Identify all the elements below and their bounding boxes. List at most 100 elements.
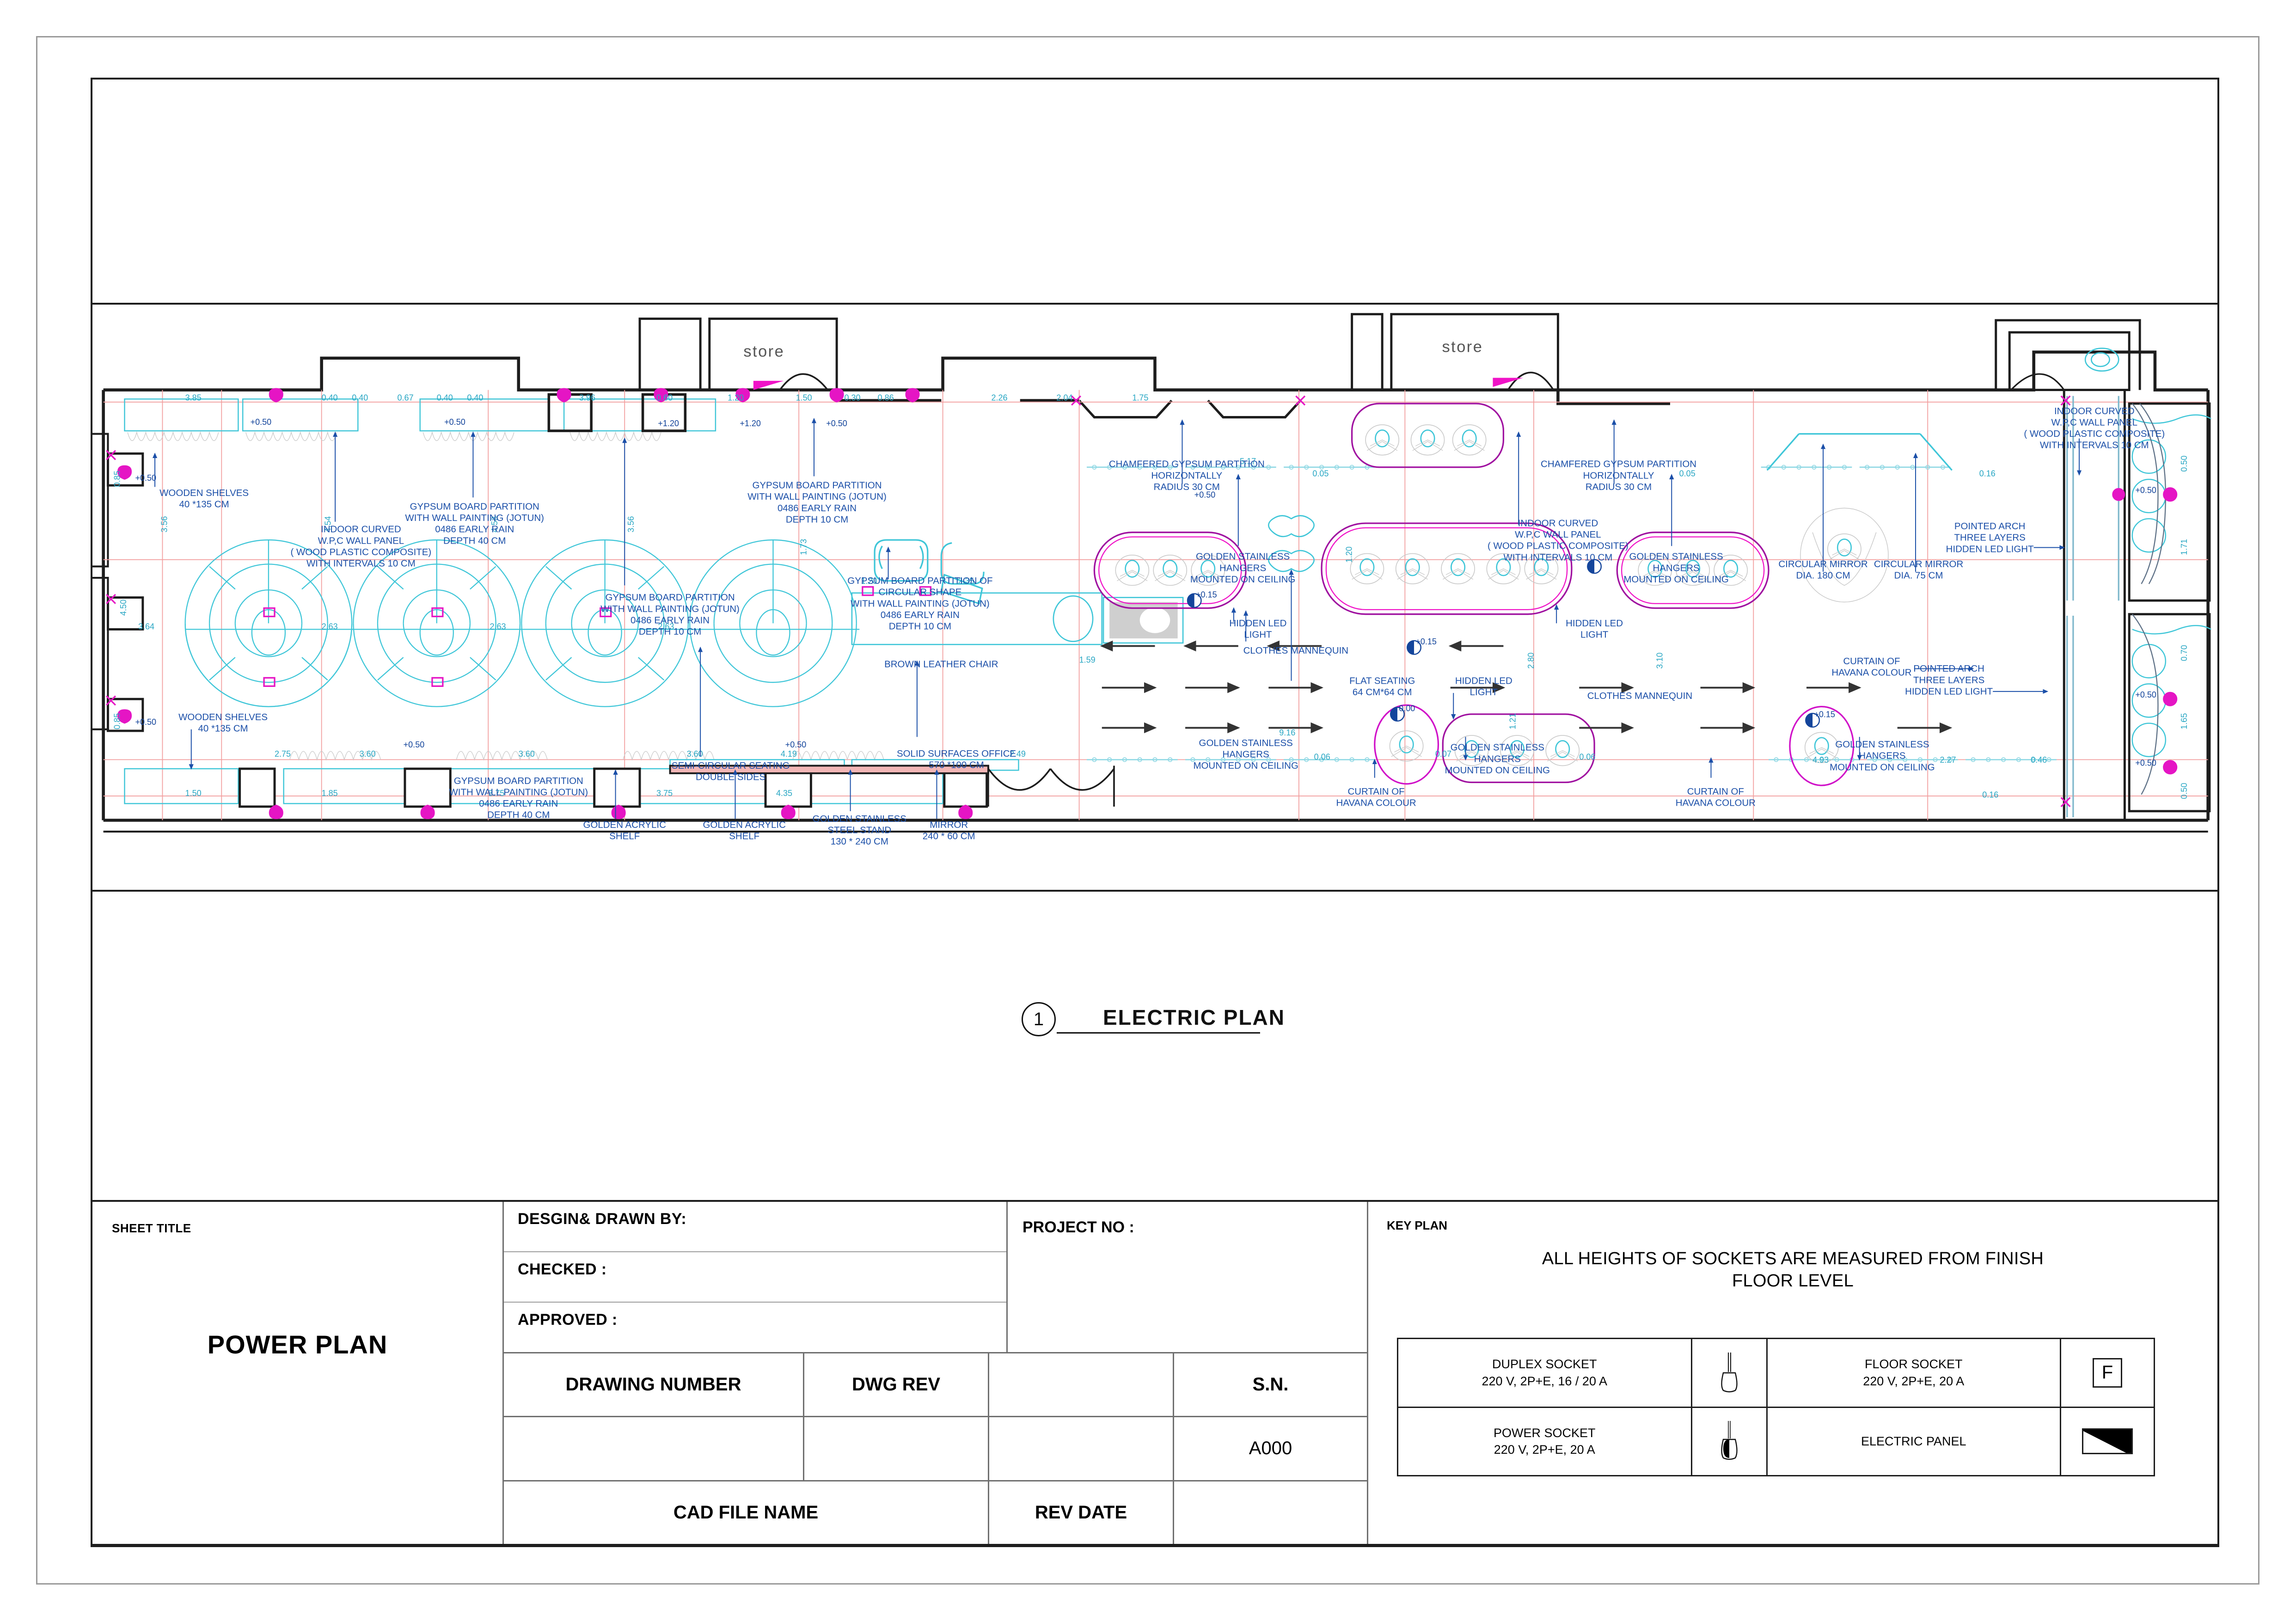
svg-text:DEPTH 10 CM: DEPTH 10 CM <box>639 626 701 637</box>
responsibility-fields: DESGIN& DRAWN BY: CHECKED : APPROVED : <box>504 1202 1008 1352</box>
svg-text:+1.20: +1.20 <box>658 419 679 428</box>
svg-text:0.07: 0.07 <box>1435 749 1451 759</box>
svg-text:3.10: 3.10 <box>1655 653 1665 669</box>
semi-circular-seating-pattern <box>184 539 860 707</box>
svg-text:HANGERS: HANGERS <box>1653 563 1699 573</box>
svg-text:3.85: 3.85 <box>185 393 202 403</box>
rev-date-value[interactable] <box>1174 1481 1367 1544</box>
svg-text:1.71: 1.71 <box>2180 539 2189 555</box>
svg-text:WITH INTERVALS 10 CM: WITH INTERVALS 10 CM <box>1504 552 1613 563</box>
svg-text:LIGHT: LIGHT <box>1580 630 1609 640</box>
title-block-upper-fields: DESGIN& DRAWN BY: CHECKED : APPROVED : P… <box>504 1202 1367 1353</box>
svg-text:2.27: 2.27 <box>1940 755 1956 765</box>
svg-text:0.06: 0.06 <box>1314 752 1330 761</box>
duplex-socket-icon <box>1692 1339 1768 1407</box>
svg-text:( WOOD PLASTIC COMPOSITE): ( WOOD PLASTIC COMPOSITE) <box>2024 428 2165 439</box>
svg-text:1.20: 1.20 <box>1345 546 1354 563</box>
sheet-bottom-rule <box>91 1545 2219 1547</box>
legend-row: POWER SOCKET 220 V, 2P+E, 20 A ELECTRIC … <box>1398 1408 2154 1475</box>
sheet-title-value: POWER PLAN <box>207 1330 388 1359</box>
legend-floor-socket: FLOOR SOCKET 220 V, 2P+E, 20 A <box>1768 1339 2061 1407</box>
svg-text:HIDDEN LED LIGHT: HIDDEN LED LIGHT <box>1946 544 2034 554</box>
title-block-fields-column: DESGIN& DRAWN BY: CHECKED : APPROVED : P… <box>504 1202 1368 1544</box>
svg-text:0.46: 0.46 <box>2031 755 2047 765</box>
svg-text:POINTED ARCH: POINTED ARCH <box>1913 663 1984 674</box>
svg-text:HIDDEN LED: HIDDEN LED <box>1566 618 1623 629</box>
svg-text:HIDDEN LED LIGHT: HIDDEN LED LIGHT <box>1905 686 1993 697</box>
svg-text:GOLDEN ACRYLIC: GOLDEN ACRYLIC <box>583 820 666 830</box>
svg-text:W.P,C WALL PANEL: W.P,C WALL PANEL <box>2051 417 2138 428</box>
plan-title-label: ELECTRIC PLAN <box>1103 1005 1285 1029</box>
svg-text:HAVANA COLOUR: HAVANA COLOUR <box>1831 667 1911 678</box>
svg-text:240 * 60 CM: 240 * 60 CM <box>923 831 975 841</box>
svg-text:GYPSUM BOARD PARTITION: GYPSUM BOARD PARTITION <box>410 502 539 512</box>
drawing-number-value[interactable] <box>504 1417 804 1480</box>
checked-field[interactable]: CHECKED : <box>504 1252 1006 1303</box>
project-no-label: PROJECT NO : <box>1022 1218 1134 1236</box>
svg-text:GOLDEN STAINLESS: GOLDEN STAINLESS <box>1196 551 1290 562</box>
svg-text:WITH WALL PAINTING (JOTUN): WITH WALL PAINTING (JOTUN) <box>405 513 544 523</box>
svg-text:40 *135 CM: 40 *135 CM <box>198 723 248 734</box>
svg-text:+0.50: +0.50 <box>135 717 156 727</box>
legend-floor-socket-name: FLOOR SOCKET <box>1864 1357 1963 1371</box>
grid-blank-value[interactable] <box>989 1417 1174 1480</box>
svg-text:4.19: 4.19 <box>781 749 797 759</box>
svg-text:3.60: 3.60 <box>519 749 535 759</box>
svg-text:SHELF: SHELF <box>729 831 759 841</box>
svg-text:0.00: 0.00 <box>1399 704 1415 713</box>
grid-blank-header <box>989 1353 1174 1416</box>
svg-text:CLOTHES MANNEQUIN: CLOTHES MANNEQUIN <box>1587 691 1692 701</box>
floor-socket-icon: F <box>2061 1339 2154 1407</box>
frame-divider-top <box>91 303 2219 305</box>
svg-text:+0.50: +0.50 <box>785 740 807 749</box>
svg-text:HAVANA COLOUR: HAVANA COLOUR <box>1676 797 1756 808</box>
electric-panel-icon <box>2061 1408 2154 1475</box>
svg-text:0486 EARLY RAIN: 0486 EARLY RAIN <box>479 798 558 809</box>
electric-panel-symbol <box>753 378 1524 390</box>
socket-height-note-line1: ALL HEIGHTS OF SOCKETS ARE MEASURED FROM… <box>1542 1249 2044 1268</box>
svg-text:GOLDEN STAINLESS: GOLDEN STAINLESS <box>1451 742 1544 753</box>
approved-field[interactable]: APPROVED : <box>504 1303 1006 1352</box>
svg-text:3.56: 3.56 <box>159 516 169 533</box>
legend-duplex-socket: DUPLEX SOCKET 220 V, 2P+E, 16 / 20 A <box>1398 1339 1692 1407</box>
svg-text:DEPTH 10 CM: DEPTH 10 CM <box>889 621 951 631</box>
dwg-rev-value[interactable] <box>804 1417 989 1480</box>
legend-electric-panel: ELECTRIC PANEL <box>1768 1408 2061 1475</box>
sn-value[interactable]: A000 <box>1174 1417 1367 1480</box>
svg-text:STEEL STAND: STEEL STAND <box>827 825 891 835</box>
project-no-field[interactable]: PROJECT NO : <box>1008 1202 1367 1352</box>
svg-text:SOLID SURFACES OFFICE: SOLID SURFACES OFFICE <box>897 748 1016 759</box>
svg-text:0.40: 0.40 <box>352 393 368 403</box>
svg-text:GOLDEN ACRYLIC: GOLDEN ACRYLIC <box>703 820 786 830</box>
svg-text:CIRCULAR MIRROR: CIRCULAR MIRROR <box>1874 559 1963 569</box>
svg-text:3.60: 3.60 <box>360 749 376 759</box>
svg-text:+1.20: +1.20 <box>740 419 761 428</box>
svg-text:THREE LAYERS: THREE LAYERS <box>1913 675 1984 686</box>
svg-text:0.70: 0.70 <box>2180 645 2189 661</box>
legend-duplex-socket-name: DUPLEX SOCKET <box>1492 1357 1597 1371</box>
design-drawn-by-field[interactable]: DESGIN& DRAWN BY: <box>504 1202 1006 1252</box>
svg-text:GYPSUM BOARD PARTITION: GYPSUM BOARD PARTITION <box>605 592 735 603</box>
svg-text:HORIZONTALLY: HORIZONTALLY <box>1583 470 1654 481</box>
svg-text:+0.50: +0.50 <box>444 417 465 427</box>
rev-date-header: REV DATE <box>989 1481 1174 1544</box>
key-plan-column: KEY PLAN ALL HEIGHTS OF SOCKETS ARE MEAS… <box>1368 1202 2217 1544</box>
grid-footer-row: CAD FILE NAME REV DATE <box>504 1481 1367 1544</box>
svg-text:+0.50: +0.50 <box>404 740 425 749</box>
svg-text:SHELF: SHELF <box>609 831 640 841</box>
sheet-title-column: SHEET TITLE POWER PLAN <box>92 1202 504 1544</box>
svg-text:0.67: 0.67 <box>398 393 414 403</box>
svg-text:WITH WALL PAINTING (JOTUN): WITH WALL PAINTING (JOTUN) <box>747 491 887 502</box>
legend-power-socket-spec: 220 V, 2P+E, 20 A <box>1494 1443 1595 1457</box>
svg-text:40 *135 CM: 40 *135 CM <box>179 499 229 510</box>
mirror-doors <box>987 765 1115 807</box>
svg-text:CURTAIN OF: CURTAIN OF <box>1347 786 1404 797</box>
svg-text:CHAMFERED GYPSUM PARTITION: CHAMFERED GYPSUM PARTITION <box>1541 459 1696 470</box>
key-plan-label: KEY PLAN <box>1387 1218 1447 1232</box>
svg-text:0.06: 0.06 <box>1579 752 1595 761</box>
svg-text:HORIZONTALLY: HORIZONTALLY <box>1151 470 1222 481</box>
svg-text:+0.15: +0.15 <box>1415 637 1437 646</box>
plan-number-bubble: 1 <box>1022 1002 1056 1036</box>
svg-text:1.73: 1.73 <box>799 539 808 555</box>
svg-text:GYPSUM BOARD PARTITION: GYPSUM BOARD PARTITION <box>454 776 583 786</box>
